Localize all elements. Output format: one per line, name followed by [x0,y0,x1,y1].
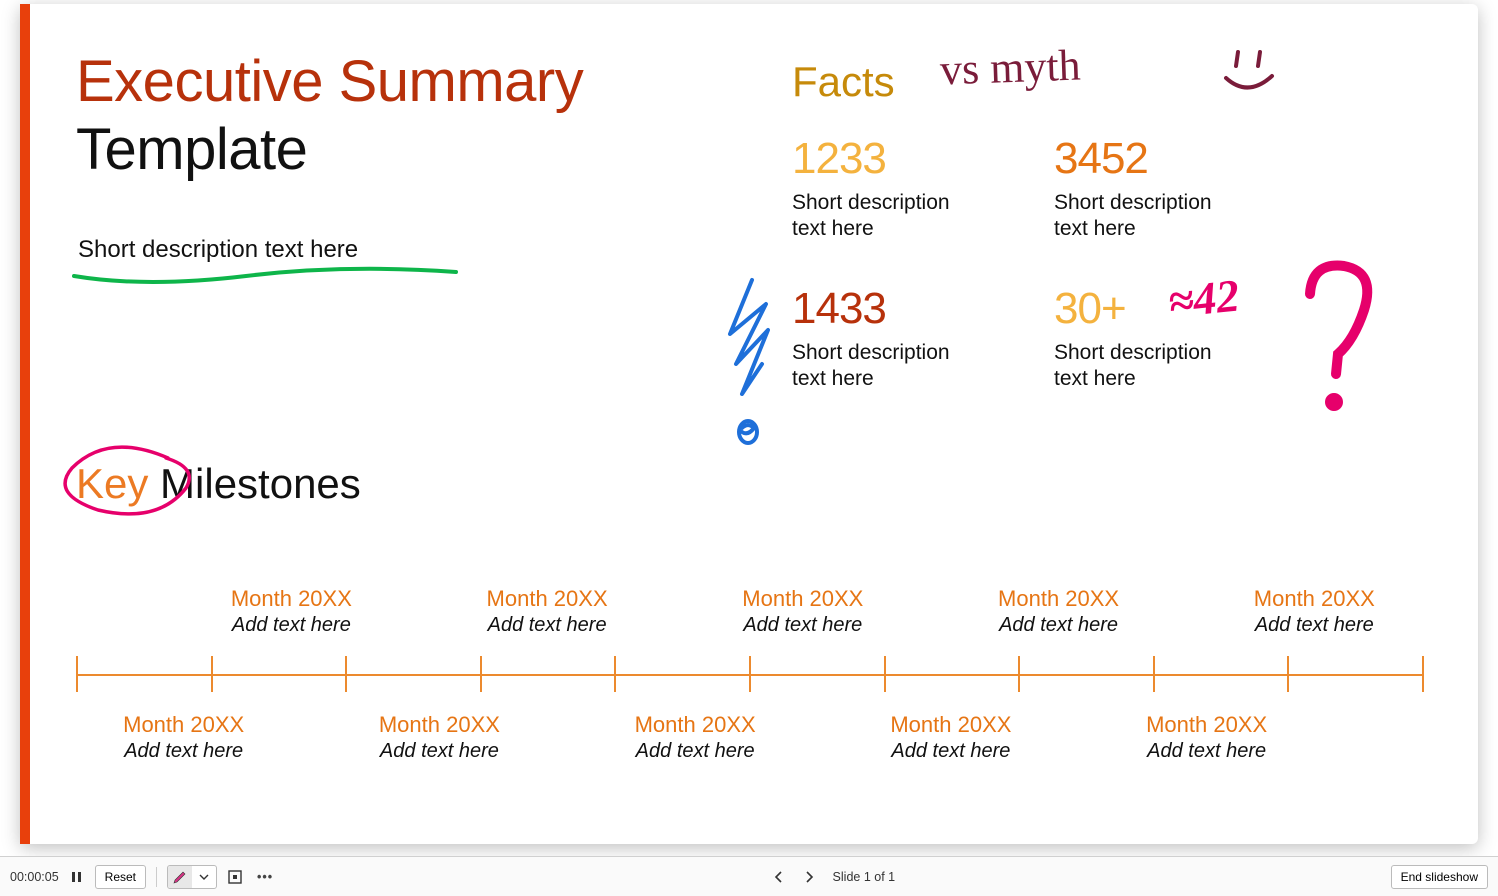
timeline-month: Month 20XX [969,586,1149,612]
timeline-item-bottom[interactable]: Month 20XX Add text here [94,712,274,763]
pen-icon[interactable] [168,866,192,888]
fact-4-desc: Short descriptiontext here [1054,340,1304,393]
timeline-tick [76,656,78,692]
timeline-tick [614,656,616,692]
timeline-month: Month 20XX [349,712,529,738]
prev-slide-button[interactable] [767,865,791,889]
timeline-item-top[interactable]: Month 20XX Add text here [1224,586,1404,637]
timeline-text: Add text here [349,740,529,763]
fact-block-3[interactable]: 1433 Short descriptiontext here [792,284,1042,393]
timeline-item-bottom[interactable]: Month 20XX Add text here [861,712,1041,763]
timeline-text: Add text here [969,614,1149,637]
facts-heading[interactable]: Facts [792,58,895,106]
timeline-tick [1422,656,1424,692]
timeline-month: Month 20XX [201,586,381,612]
slide-indicator: Slide 1 of 1 [833,870,896,884]
annotation-smiley-icon [1220,44,1290,104]
timeline-item-bottom[interactable]: Month 20XX Add text here [1117,712,1297,763]
annotation-circle-key [48,438,208,528]
slide-canvas: Executive Summary Template Short descrip… [20,4,1478,844]
more-options-button[interactable]: ••• [253,865,277,889]
fact-3-desc: Short descriptiontext here [792,340,1042,393]
title-line2[interactable]: Template [76,116,307,183]
timeline-tick [211,656,213,692]
timeline-item-top[interactable]: Month 20XX Add text here [201,586,381,637]
timeline-tick [1018,656,1020,692]
timeline-tick [480,656,482,692]
title-line1[interactable]: Executive Summary [76,48,583,115]
pause-button[interactable] [65,865,89,889]
next-slide-button[interactable] [797,865,821,889]
fullscreen-button[interactable] [223,865,247,889]
timeline-text: Add text here [861,740,1041,763]
fact-1-desc: Short descriptiontext here [792,190,1042,243]
timeline-month: Month 20XX [861,712,1041,738]
timeline-tick [749,656,751,692]
timeline-text: Add text here [1117,740,1297,763]
annotation-exclamation-icon [712,274,792,454]
fact-block-1[interactable]: 1233 Short descriptiontext here [792,134,1042,243]
timeline-text: Add text here [201,614,381,637]
presenter-toolbar: 00:00:05 Reset ••• Slide 1 of 1 End slid… [0,856,1498,896]
annotation-underline [66,258,466,298]
fact-1-value: 1233 [792,134,1042,184]
timeline-month: Month 20XX [457,586,637,612]
accent-bar [20,4,30,844]
timeline-tick [1287,656,1289,692]
timeline-item-top[interactable]: Month 20XX Add text here [713,586,893,637]
timeline-text: Add text here [457,614,637,637]
end-slideshow-button[interactable]: End slideshow [1391,865,1488,889]
reset-button[interactable]: Reset [95,865,146,889]
timeline-tick [1153,656,1155,692]
timeline-text: Add text here [713,614,893,637]
timeline-month: Month 20XX [1224,586,1404,612]
timeline-text: Add text here [1224,614,1404,637]
presentation-timer: 00:00:05 [10,870,59,884]
pen-dropdown-icon[interactable] [192,866,216,888]
annotation-question-mark-icon [1290,254,1390,424]
fact-3-value: 1433 [792,284,1042,334]
timeline-month: Month 20XX [94,712,274,738]
pen-tool-group[interactable] [167,865,217,889]
timeline-month: Month 20XX [605,712,785,738]
fact-2-desc: Short descriptiontext here [1054,190,1304,243]
timeline-item-bottom[interactable]: Month 20XX Add text here [605,712,785,763]
timeline-month: Month 20XX [1117,712,1297,738]
timeline-text: Add text here [94,740,274,763]
fact-2-value: 3452 [1054,134,1304,184]
timeline-month: Month 20XX [713,586,893,612]
timeline-tick [884,656,886,692]
timeline-text: Add text here [605,740,785,763]
fact-block-2[interactable]: 3452 Short descriptiontext here [1054,134,1304,243]
separator [156,867,157,887]
annotation-approx-42: ≈42 [1165,268,1241,328]
timeline[interactable]: Month 20XX Add text here Month 20XX Add … [76,546,1422,796]
timeline-item-top[interactable]: Month 20XX Add text here [969,586,1149,637]
timeline-item-bottom[interactable]: Month 20XX Add text here [349,712,529,763]
annotation-vs-myth: vs myth [939,40,1081,96]
timeline-item-top[interactable]: Month 20XX Add text here [457,586,637,637]
timeline-tick [345,656,347,692]
